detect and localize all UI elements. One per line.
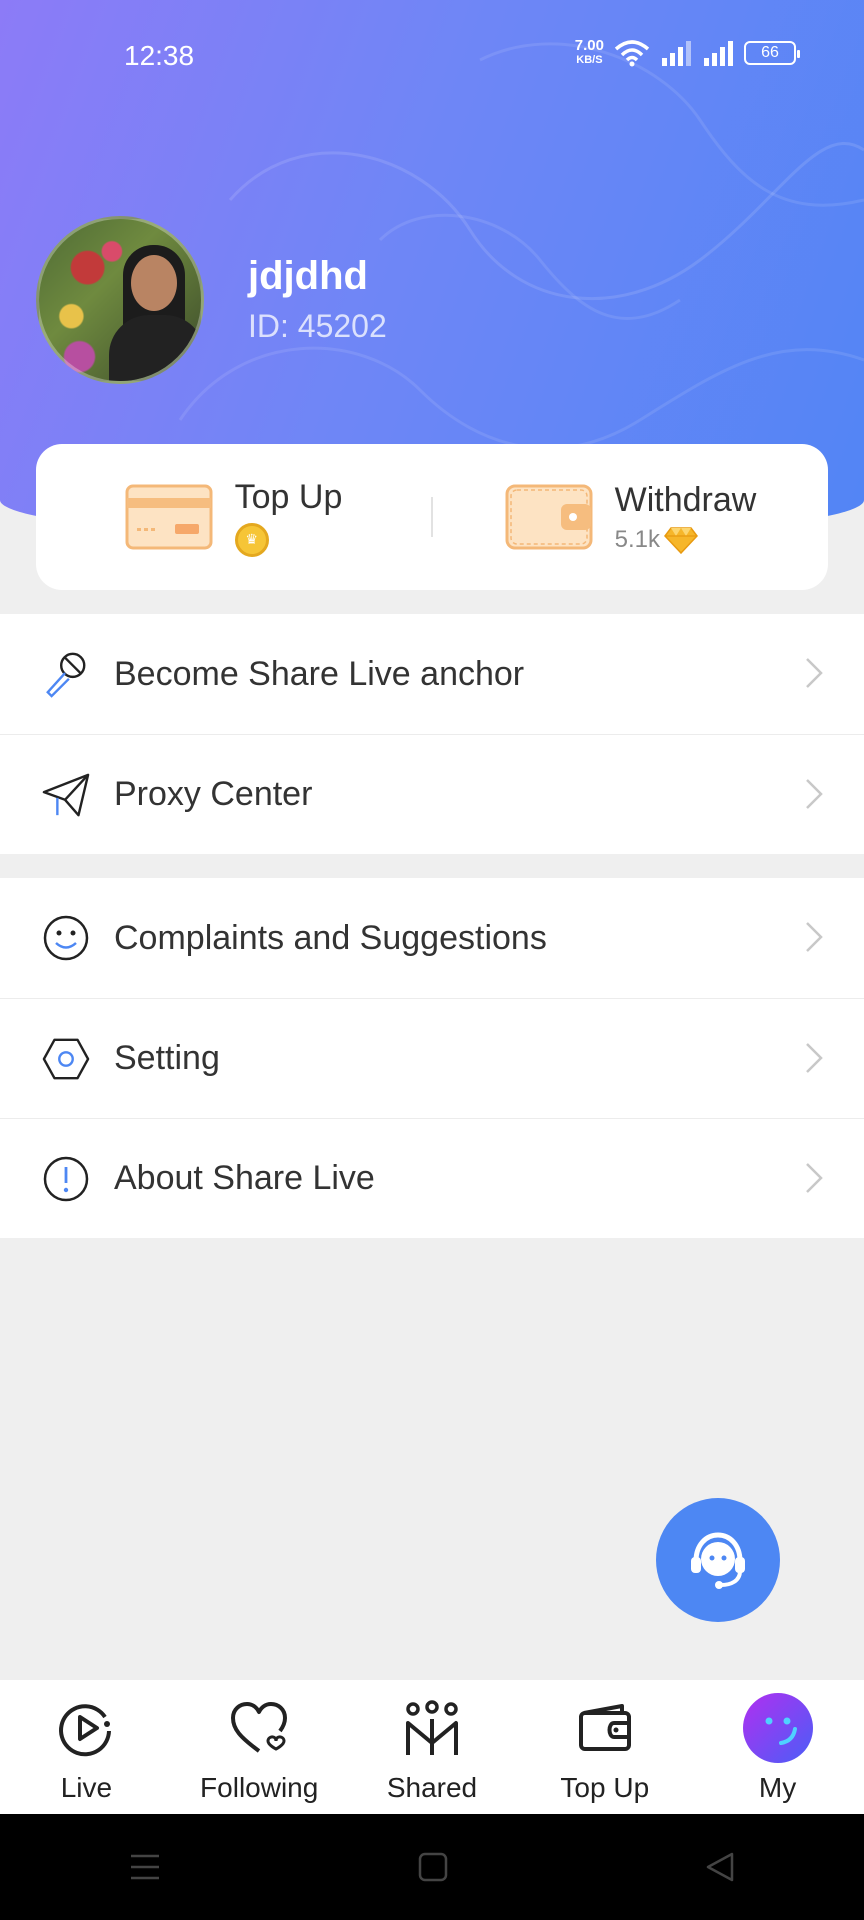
my-avatar-icon — [742, 1693, 813, 1763]
bottom-tab-bar: Live Following Shared Top Up My — [0, 1680, 864, 1814]
tab-label: My — [758, 1772, 797, 1803]
status-bar: 12:38 7.00 KB/S 66 — [0, 0, 864, 110]
signal-icon-1 — [662, 41, 691, 66]
menu-item-about[interactable]: About Share Live — [0, 1118, 864, 1238]
coin-icon: ♛ — [234, 522, 269, 557]
menu-label: About Share Live — [114, 1159, 375, 1197]
tab-label: Shared — [386, 1772, 478, 1803]
withdraw-button[interactable]: Withdraw 5.1k — [433, 444, 828, 590]
avatar-face — [131, 255, 177, 311]
status-time: 12:38 — [124, 40, 195, 71]
customer-support-button[interactable] — [656, 1498, 780, 1622]
menu-label: Complaints and Suggestions — [114, 918, 547, 957]
network-speed: 7.00 KB/S — [575, 38, 604, 68]
chevron-right-icon — [806, 1043, 823, 1073]
credit-card-icon — [125, 484, 213, 550]
smiley-icon — [43, 915, 89, 961]
withdraw-amount: 5.1k — [614, 525, 661, 553]
diamond-icon — [664, 526, 698, 554]
hexagon-settings-icon — [42, 1038, 90, 1079]
chevron-right-icon — [806, 779, 823, 809]
wallet-icon — [578, 1704, 631, 1751]
menu-item-proxy-center[interactable]: Proxy Center — [0, 734, 864, 854]
menu-label: Proxy Center — [114, 775, 313, 813]
coin-balance: ♛ — [234, 522, 343, 557]
home-icon[interactable] — [418, 1852, 448, 1882]
tab-label: Following — [200, 1772, 319, 1803]
system-navigation-bar — [0, 1814, 864, 1920]
username[interactable]: jdjdhd — [248, 254, 368, 299]
top-up-label: Top Up — [234, 477, 343, 516]
back-icon[interactable] — [705, 1852, 735, 1882]
tab-my[interactable]: My — [691, 1680, 864, 1814]
tab-top-up[interactable]: Top Up — [518, 1680, 691, 1814]
microphone-icon — [46, 652, 86, 698]
withdraw-label: Withdraw — [614, 480, 757, 519]
tab-shared[interactable]: Shared — [346, 1680, 519, 1814]
menu-item-setting[interactable]: Setting — [0, 998, 864, 1118]
profile-avatar[interactable] — [36, 216, 204, 384]
tab-label: Live — [60, 1772, 113, 1803]
wallet-card: Top Up ♛ Withdraw 5.1k — [36, 444, 828, 590]
menu-label: Setting — [114, 1039, 220, 1077]
paper-plane-icon — [42, 773, 90, 816]
menu-icon[interactable] — [129, 1853, 161, 1881]
avatar-body — [109, 315, 201, 381]
wifi-icon — [614, 40, 650, 67]
play-circle-icon — [59, 1704, 112, 1757]
user-id: ID: 45202 — [248, 308, 387, 344]
people-icon — [405, 1700, 458, 1755]
heart-icon — [231, 1702, 288, 1753]
tab-label: Top Up — [560, 1772, 650, 1803]
headset-icon — [691, 1532, 745, 1589]
info-icon — [43, 1156, 89, 1201]
chevron-right-icon — [806, 922, 823, 952]
signal-icon-2 — [704, 41, 733, 66]
menu-group-primary: Become Share Live anchor Proxy Center — [0, 614, 864, 854]
menu-label: Become Share Live anchor — [114, 654, 525, 693]
battery-icon: 66 — [744, 41, 800, 65]
chevron-right-icon — [806, 1163, 823, 1193]
menu-group-secondary: Complaints and Suggestions Setting About… — [0, 878, 864, 1238]
status-indicators: 7.00 KB/S 66 — [575, 38, 800, 68]
network-speed-value: 7.00 — [574, 37, 604, 54]
network-speed-unit: KB/S — [576, 54, 603, 66]
chevron-right-icon — [806, 658, 823, 688]
diamond-balance: 5.1k — [615, 526, 757, 554]
tab-live[interactable]: Live — [0, 1680, 173, 1814]
menu-item-complaints[interactable]: Complaints and Suggestions — [0, 878, 864, 998]
menu-item-become-anchor[interactable]: Become Share Live anchor — [0, 614, 864, 734]
top-up-button[interactable]: Top Up ♛ — [36, 444, 431, 590]
tab-following[interactable]: Following — [173, 1680, 346, 1814]
wallet-icon — [505, 484, 593, 550]
